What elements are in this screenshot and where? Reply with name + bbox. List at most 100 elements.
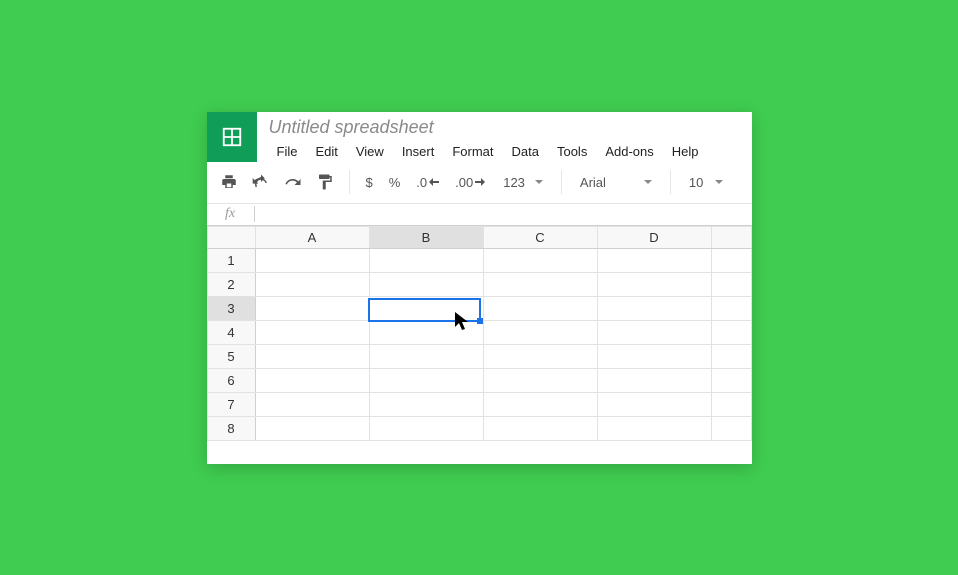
- menu-add-ons[interactable]: Add-ons: [597, 142, 661, 161]
- spreadsheet-table: ABCD 12345678: [207, 226, 752, 441]
- cell-B6[interactable]: [369, 368, 483, 392]
- row-header-8[interactable]: 8: [207, 416, 255, 440]
- redo-icon: [284, 173, 302, 191]
- cell-C2[interactable]: [483, 272, 597, 296]
- sheets-logo: [207, 112, 257, 162]
- paint-format-button[interactable]: [311, 168, 339, 196]
- row-3: 3: [207, 296, 751, 320]
- row-5: 5: [207, 344, 751, 368]
- cell-overflow[interactable]: [711, 248, 751, 272]
- cell-B8[interactable]: [369, 416, 483, 440]
- cell-B3[interactable]: [369, 296, 483, 320]
- undo-button[interactable]: [247, 168, 275, 196]
- cell-overflow[interactable]: [711, 296, 751, 320]
- row-1: 1: [207, 248, 751, 272]
- cell-overflow[interactable]: [711, 368, 751, 392]
- toolbar: $ % .0 .00 123 Arial 10: [207, 162, 752, 204]
- cell-A2[interactable]: [255, 272, 369, 296]
- cell-B7[interactable]: [369, 392, 483, 416]
- row-header-4[interactable]: 4: [207, 320, 255, 344]
- col-header-B[interactable]: B: [369, 226, 483, 248]
- header: Untitled spreadsheet FileEditViewInsertF…: [207, 112, 752, 162]
- font-label: Arial: [580, 175, 606, 190]
- cell-A6[interactable]: [255, 368, 369, 392]
- cell-C1[interactable]: [483, 248, 597, 272]
- menu-data[interactable]: Data: [504, 142, 547, 161]
- print-button[interactable]: [215, 168, 243, 196]
- cell-overflow[interactable]: [711, 392, 751, 416]
- cell-overflow[interactable]: [711, 272, 751, 296]
- col-header-C[interactable]: C: [483, 226, 597, 248]
- cell-B4[interactable]: [369, 320, 483, 344]
- cell-overflow[interactable]: [711, 344, 751, 368]
- row-6: 6: [207, 368, 751, 392]
- toolbar-divider: [349, 170, 350, 194]
- cell-D6[interactable]: [597, 368, 711, 392]
- row-2: 2: [207, 272, 751, 296]
- cell-B5[interactable]: [369, 344, 483, 368]
- font-size-dropdown[interactable]: 10: [681, 168, 731, 196]
- cell-C3[interactable]: [483, 296, 597, 320]
- row-header-2[interactable]: 2: [207, 272, 255, 296]
- increase-decimal-button[interactable]: .00: [449, 168, 491, 196]
- cell-A8[interactable]: [255, 416, 369, 440]
- more-formats-dropdown[interactable]: 123: [495, 168, 551, 196]
- menu-edit[interactable]: Edit: [307, 142, 345, 161]
- cell-D3[interactable]: [597, 296, 711, 320]
- menu-insert[interactable]: Insert: [394, 142, 443, 161]
- row-header-6[interactable]: 6: [207, 368, 255, 392]
- spreadsheet-window: Untitled spreadsheet FileEditViewInsertF…: [207, 112, 752, 464]
- redo-button[interactable]: [279, 168, 307, 196]
- more-formats-label: 123: [503, 175, 525, 190]
- percent-button[interactable]: %: [383, 168, 407, 196]
- cell-overflow[interactable]: [711, 416, 751, 440]
- row-header-3[interactable]: 3: [207, 296, 255, 320]
- cell-D5[interactable]: [597, 344, 711, 368]
- row-header-7[interactable]: 7: [207, 392, 255, 416]
- menu-format[interactable]: Format: [444, 142, 501, 161]
- cell-A3[interactable]: [255, 296, 369, 320]
- menu-tools[interactable]: Tools: [549, 142, 595, 161]
- print-icon: [220, 173, 238, 191]
- menu-file[interactable]: File: [269, 142, 306, 161]
- formula-input[interactable]: [255, 204, 752, 225]
- menu-help[interactable]: Help: [664, 142, 707, 161]
- cell-A7[interactable]: [255, 392, 369, 416]
- cell-B2[interactable]: [369, 272, 483, 296]
- cell-A5[interactable]: [255, 344, 369, 368]
- decrease-decimal-button[interactable]: .0: [410, 168, 445, 196]
- cell-D2[interactable]: [597, 272, 711, 296]
- fx-label: fx: [207, 206, 255, 222]
- arrow-right-icon: [475, 178, 485, 186]
- cell-C8[interactable]: [483, 416, 597, 440]
- increase-decimal-label: .00: [455, 175, 473, 190]
- cell-C7[interactable]: [483, 392, 597, 416]
- col-header-A[interactable]: A: [255, 226, 369, 248]
- chevron-down-icon: [644, 180, 652, 184]
- menu-view[interactable]: View: [348, 142, 392, 161]
- font-dropdown[interactable]: Arial: [572, 168, 660, 196]
- toolbar-divider: [561, 170, 562, 194]
- currency-button[interactable]: $: [360, 168, 379, 196]
- corner-cell[interactable]: [207, 226, 255, 248]
- col-header-D[interactable]: D: [597, 226, 711, 248]
- cell-D1[interactable]: [597, 248, 711, 272]
- cell-D7[interactable]: [597, 392, 711, 416]
- cell-overflow[interactable]: [711, 320, 751, 344]
- cell-D4[interactable]: [597, 320, 711, 344]
- row-header-1[interactable]: 1: [207, 248, 255, 272]
- font-size-label: 10: [689, 175, 703, 190]
- cell-C4[interactable]: [483, 320, 597, 344]
- row-7: 7: [207, 392, 751, 416]
- formula-bar: fx: [207, 204, 752, 226]
- document-title[interactable]: Untitled spreadsheet: [269, 116, 744, 138]
- cell-C5[interactable]: [483, 344, 597, 368]
- cell-C6[interactable]: [483, 368, 597, 392]
- cell-D8[interactable]: [597, 416, 711, 440]
- row-header-5[interactable]: 5: [207, 344, 255, 368]
- cell-A4[interactable]: [255, 320, 369, 344]
- header-right: Untitled spreadsheet FileEditViewInsertF…: [257, 112, 752, 162]
- col-header-overflow: [711, 226, 751, 248]
- cell-A1[interactable]: [255, 248, 369, 272]
- cell-B1[interactable]: [369, 248, 483, 272]
